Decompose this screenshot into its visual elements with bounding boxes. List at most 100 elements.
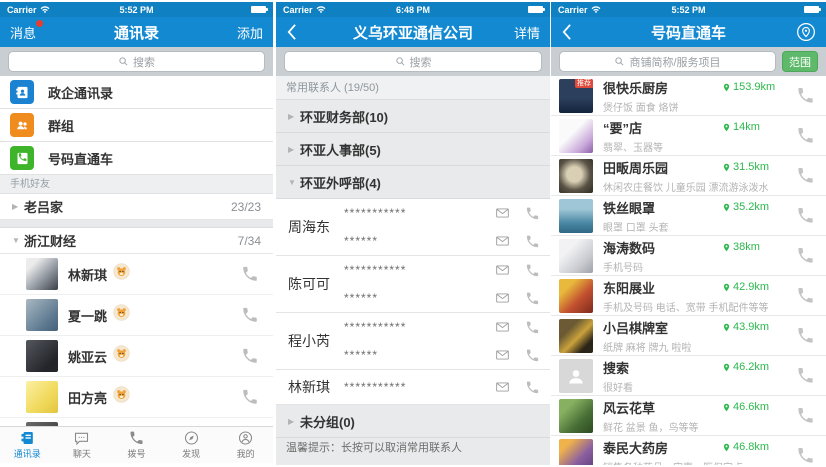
sidebar-item-number-express[interactable]: 号码直通车	[0, 142, 273, 175]
panel-number-express: Carrier 5:52 PM 号码直通车 商铺简称/服务项目 范围 推荐	[551, 2, 826, 465]
masked-number-row: ***********	[344, 370, 540, 404]
tab-contacts[interactable]: 通讯录	[0, 427, 55, 463]
sidebar-item-org-contacts[interactable]: 政企通讯录	[0, 76, 273, 109]
screenshot-canvas: Carrier 5:52 PM 消息 通讯录 添加 搜索 政企通讯录	[0, 0, 826, 467]
mail-icon[interactable]	[494, 234, 511, 248]
phone-icon[interactable]	[796, 326, 815, 345]
chevron-down-icon: ▼	[12, 236, 24, 245]
company-contact[interactable]: 程小芮 *********** ******	[276, 313, 550, 370]
phone-icon[interactable]	[241, 306, 259, 324]
shop-services: 手机及号码 电话、宽带 手机配件等等	[603, 299, 788, 314]
phone-icon[interactable]	[796, 366, 815, 385]
mail-icon[interactable]	[494, 348, 511, 362]
tab-me[interactable]: 我的	[218, 427, 273, 463]
phone-icon[interactable]	[796, 206, 815, 225]
mail-icon[interactable]	[494, 380, 511, 394]
group-row-outbound[interactable]: ▼ 环亚外呼部(4)	[276, 166, 550, 199]
phone-icon[interactable]	[525, 380, 540, 395]
add-button[interactable]: 添加	[237, 23, 263, 42]
divider	[0, 220, 273, 228]
phone-icon[interactable]	[525, 320, 540, 335]
contact-row[interactable]: 夏一跳	[0, 295, 273, 336]
shop-row[interactable]: “要”店 14km 翡翠、玉器等	[551, 116, 826, 156]
tiger-badge-icon	[113, 386, 130, 408]
back-icon[interactable]	[286, 23, 297, 41]
shop-row[interactable]: 搜索 46.2km 很好看	[551, 356, 826, 396]
tab-dial[interactable]: 拨号	[109, 427, 164, 463]
contacts-tab-icon	[19, 430, 36, 446]
battery-icon	[804, 6, 819, 13]
range-button[interactable]: 范围	[782, 51, 818, 72]
shop-row[interactable]: 风云花草 46.6km 鲜花 盆景 鱼，鸟等等	[551, 396, 826, 436]
shop-services: 鲜花 盆景 鱼，鸟等等	[603, 419, 788, 434]
mail-icon[interactable]	[494, 320, 511, 334]
search-input[interactable]: 商铺简称/服务项目	[559, 51, 776, 72]
location-icon[interactable]	[796, 22, 816, 42]
back-icon[interactable]	[561, 23, 572, 41]
tab-chat[interactable]: 聊天	[55, 427, 110, 463]
masked-number-row: ***********	[344, 199, 540, 227]
contact-row[interactable]: 林新琪	[0, 254, 273, 295]
group-row-finance[interactable]: ▶ 环亚财务部(10)	[276, 100, 550, 133]
phone-icon[interactable]	[796, 86, 815, 105]
detail-button[interactable]: 详情	[514, 23, 540, 42]
phone-icon[interactable]	[796, 166, 815, 185]
status-bar: Carrier 5:52 PM	[0, 2, 273, 17]
shop-row[interactable]: 泰民大药房 46.8km 销售各种药品，实惠，医保定点	[551, 436, 826, 465]
company-contact[interactable]: 林新琪 ***********	[276, 370, 550, 405]
shop-row[interactable]: 小吕棋牌室 43.9km 纸牌 麻将 牌九 啦啦	[551, 316, 826, 356]
shop-thumbnail	[559, 359, 593, 393]
status-bar: Carrier 5:52 PM	[551, 2, 826, 17]
shop-row[interactable]: 推荐 很快乐厨房 153.9km 煲仔饭 面食 烙饼	[551, 76, 826, 116]
phone-icon[interactable]	[525, 291, 540, 306]
status-bar: Carrier 6:48 PM	[276, 2, 550, 17]
sidebar-item-groups[interactable]: 群组	[0, 109, 273, 142]
pin-icon	[722, 402, 731, 413]
phone-icon[interactable]	[796, 286, 815, 305]
group-row-zhejiang-caijing[interactable]: ▼ 浙江财经 7/34	[0, 228, 273, 254]
shop-thumbnail	[559, 439, 593, 466]
phone-icon[interactable]	[241, 265, 259, 283]
phone-icon[interactable]	[241, 388, 259, 406]
phone-icon[interactable]	[525, 263, 540, 278]
search-input[interactable]: 搜索	[8, 51, 265, 72]
phone-icon[interactable]	[796, 246, 815, 265]
avatar	[26, 340, 58, 372]
shop-thumbnail	[559, 399, 593, 433]
phone-icon[interactable]	[796, 406, 815, 425]
avatar	[26, 381, 58, 413]
mail-icon[interactable]	[494, 291, 511, 305]
phone-icon[interactable]	[241, 347, 259, 365]
distance: 42.9km	[722, 281, 788, 293]
phone-icon[interactable]	[525, 206, 540, 221]
group-row-ungrouped[interactable]: ▶ 未分组(0)	[276, 405, 550, 438]
shop-row[interactable]: 东阳展业 42.9km 手机及号码 电话、宽带 手机配件等等	[551, 276, 826, 316]
pin-icon	[722, 322, 731, 333]
distance: 14km	[722, 121, 788, 133]
mail-icon[interactable]	[494, 206, 511, 220]
nav-bar: 义乌环亚通信公司 详情	[276, 17, 550, 47]
shop-row[interactable]: 铁丝眼罩 35.2km 眼罩 口罩 头套	[551, 196, 826, 236]
shop-services: 纸牌 麻将 牌九 啦啦	[603, 339, 788, 354]
masked-number: ***********	[344, 380, 406, 394]
page-title: 号码直通车	[581, 22, 796, 43]
phone-icon[interactable]	[525, 348, 540, 363]
group-row-laolvjia[interactable]: ▶ 老吕家 23/23	[0, 194, 273, 220]
group-row-hr[interactable]: ▶ 环亚人事部(5)	[276, 133, 550, 166]
phone-icon[interactable]	[796, 446, 815, 465]
phone-icon[interactable]	[525, 234, 540, 249]
shop-row[interactable]: 海涛数码 38km 手机号码	[551, 236, 826, 276]
mail-icon[interactable]	[494, 263, 511, 277]
tab-discover[interactable]: 发现	[164, 427, 219, 463]
company-contact[interactable]: 陈可可 *********** ******	[276, 256, 550, 313]
search-input[interactable]: 搜索	[284, 51, 542, 72]
company-contact[interactable]: 周海东 *********** ******	[276, 199, 550, 256]
search-icon	[118, 56, 129, 67]
messages-button[interactable]: 消息	[10, 23, 36, 42]
pin-icon	[722, 362, 731, 373]
phone-icon[interactable]	[796, 126, 815, 145]
contact-row[interactable]: 姚亚云	[0, 336, 273, 377]
contact-row[interactable]: 田方亮	[0, 377, 273, 418]
shop-row[interactable]: 田畈周乐园 31.5km 休闲农庄餐饮 儿童乐园 漂流游泳泼水	[551, 156, 826, 196]
shop-services: 翡翠、玉器等	[603, 139, 788, 154]
